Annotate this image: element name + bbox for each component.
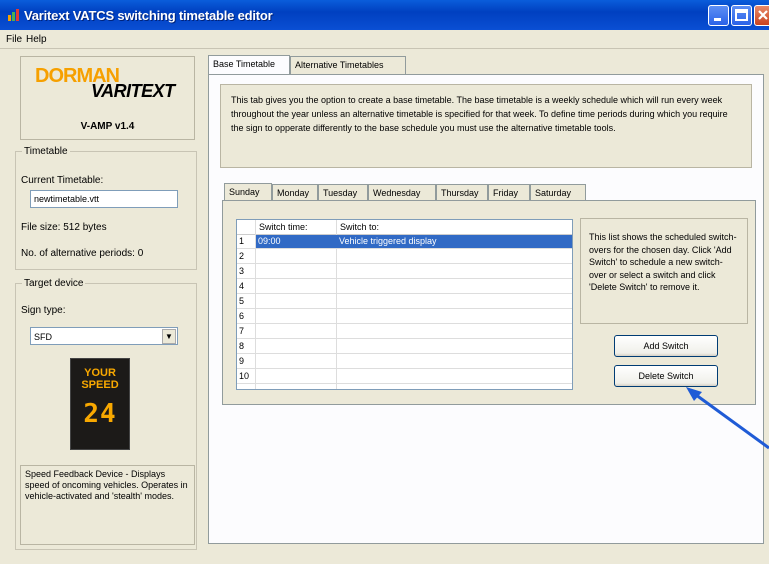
annotation-arrow-icon [686,387,769,450]
